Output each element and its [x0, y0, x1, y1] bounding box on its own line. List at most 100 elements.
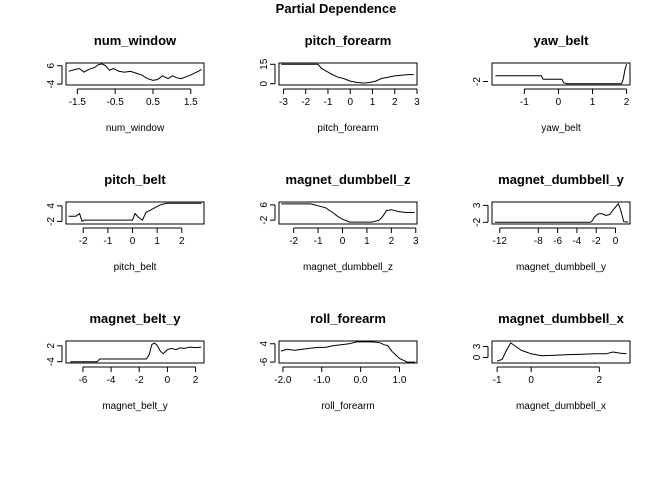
x-tick-label: -1	[324, 97, 333, 108]
partial-dependence-line	[68, 63, 202, 81]
panel-title: magnet_dumbbell_x	[498, 311, 624, 326]
chart-panels: num_window-1.5 -0.5 0.5 1.5-46num_windowpit…	[46, 33, 631, 412]
panel-title: yaw_belt	[534, 33, 590, 48]
x-tick-label: 1	[370, 97, 376, 108]
x-tick-label: 0	[130, 236, 136, 247]
partial-dependence-figure: Partial Dependence num_window -1.5 -0.5 0.5…	[46, 1, 631, 412]
panel-magnet-dumbbell-y: magnet_dumbbell_y -12 -8 -6 -4 -2 0 -2 3 magnet_d…	[472, 172, 631, 273]
x-tick-label: 1.5	[184, 97, 198, 108]
y-tick-label: 4	[46, 203, 57, 209]
x-tick-label: 3	[413, 236, 419, 247]
x-axis-label: magnet_dumbbell_y	[516, 262, 606, 273]
x-tick-label: 2	[624, 97, 630, 108]
x-axis-label: magnet_dumbbell_x	[516, 401, 606, 412]
x-axis-label: magnet_dumbbell_z	[303, 262, 393, 273]
x-axis-label: magnet_belt_y	[102, 401, 168, 412]
x-tick-label: 2	[392, 97, 398, 108]
partial-dependence-line	[68, 202, 202, 223]
x-tick-label: -2	[301, 97, 310, 108]
y-tick-label: -2	[472, 217, 483, 226]
plot-frame	[65, 340, 205, 364]
x-tick-label: -12	[492, 236, 507, 247]
x-tick-label: 0	[347, 97, 353, 108]
panel-title: roll_forearm	[310, 311, 386, 326]
x-axis-label: roll_forearm	[321, 401, 374, 412]
y-tick-label: 6	[259, 202, 270, 208]
panel-pitch-forearm: pitch_forearm -3 -2 -1 0 1 2 3 0 15 pitch_forearm	[259, 33, 420, 134]
partial-dependence-line	[496, 342, 627, 362]
panel-roll-forearm: roll_forearm -2.0 -1.0 0.0 1.0 -6 4 roll_forear…	[259, 311, 418, 412]
y-tick-label: -4	[46, 79, 57, 88]
figure-title: Partial Dependence	[276, 1, 397, 16]
y-tick-label: 3	[472, 343, 483, 349]
x-tick-label: -1	[103, 236, 112, 247]
panel-magnet-belt-y: magnet_belt_y -6 -4 -2 0 2 -4 2 magnet_belt_y	[46, 311, 205, 412]
x-tick-label: -2	[289, 236, 298, 247]
x-tick-label: 0	[340, 236, 346, 247]
partial-dependence-line	[70, 342, 202, 363]
plot-frame	[278, 62, 418, 86]
x-tick-label: 1	[364, 236, 370, 247]
x-tick-label: -1	[493, 375, 502, 386]
x-tick-label: -6	[78, 375, 87, 386]
x-axis-label: pitch_forearm	[317, 123, 378, 134]
panel-num-window: num_window -1.5 -0.5 0.5 1.5 -4 6 num_window	[46, 33, 205, 134]
x-tick-label: 0	[613, 236, 619, 247]
y-tick-label: 0	[472, 354, 483, 360]
panel-title: num_window	[94, 33, 177, 48]
plot-frame	[491, 62, 631, 86]
x-tick-label: 3	[414, 97, 420, 108]
x-axis-label: num_window	[106, 123, 165, 134]
x-tick-label: -2	[79, 236, 88, 247]
x-tick-label: 2	[389, 236, 395, 247]
plot-frame	[278, 201, 418, 225]
x-tick-label: 2	[597, 375, 603, 386]
plot-frame	[491, 201, 631, 225]
x-tick-label: -1.5	[69, 97, 87, 108]
partial-dependence-line	[495, 64, 628, 85]
x-tick-label: 0	[556, 97, 562, 108]
x-tick-label: -4	[572, 236, 581, 247]
x-tick-label: -0.5	[107, 97, 125, 108]
x-tick-label: 2	[179, 236, 185, 247]
y-tick-label: 4	[259, 341, 270, 347]
x-tick-label: 1	[590, 97, 596, 108]
panel-magnet-dumbbell-z: magnet_dumbbell_z -2 -1 0 1 2 3 -2 6 magnet_dumbb…	[259, 172, 419, 273]
x-axis-label: pitch_belt	[114, 262, 157, 273]
panel-title: magnet_belt_y	[89, 311, 181, 326]
x-tick-label: -2	[592, 236, 601, 247]
x-tick-label: 0	[528, 375, 534, 386]
x-tick-label: -2.0	[274, 375, 292, 386]
x-tick-label: -6	[553, 236, 562, 247]
y-tick-label: -2	[472, 77, 483, 86]
y-tick-label: -2	[46, 217, 57, 226]
panel-pitch-belt: pitch_belt -2 -1 0 1 2 -2 4 pitch_belt	[46, 172, 205, 273]
panel-title: pitch_forearm	[305, 33, 392, 48]
panel-title: magnet_dumbbell_y	[498, 172, 624, 187]
x-tick-label: -2	[135, 375, 144, 386]
panel-yaw-belt: yaw_belt -1 0 1 2 -2 yaw_belt	[472, 33, 631, 134]
x-tick-label: -1.0	[313, 375, 331, 386]
panel-title: pitch_belt	[104, 172, 166, 187]
x-tick-label: 2	[193, 375, 199, 386]
plot-frame	[65, 62, 205, 86]
x-axis-label: yaw_belt	[541, 123, 581, 134]
y-tick-label: 15	[259, 58, 270, 70]
x-tick-label: -3	[279, 97, 288, 108]
partial-dependence-line	[280, 341, 416, 363]
x-tick-label: 0.0	[354, 375, 368, 386]
y-tick-label: 2	[46, 343, 57, 349]
x-tick-label: 0.5	[146, 97, 160, 108]
x-tick-label: -1	[520, 97, 529, 108]
partial-dependence-line	[281, 203, 415, 223]
x-tick-label: 1.0	[393, 375, 407, 386]
panel-title: magnet_dumbbell_z	[286, 172, 411, 187]
y-tick-label: 6	[46, 63, 57, 69]
y-tick-label: 0	[259, 80, 270, 86]
panel-magnet-dumbbell-x: magnet_dumbbell_x -1 0 2 0 3 magnet_dumbbell_x	[472, 311, 631, 412]
x-tick-label: -8	[534, 236, 543, 247]
y-tick-label: -4	[46, 357, 57, 366]
y-tick-label: -6	[259, 357, 270, 366]
y-tick-label: -2	[259, 215, 270, 224]
partial-dependence-line	[494, 202, 629, 223]
